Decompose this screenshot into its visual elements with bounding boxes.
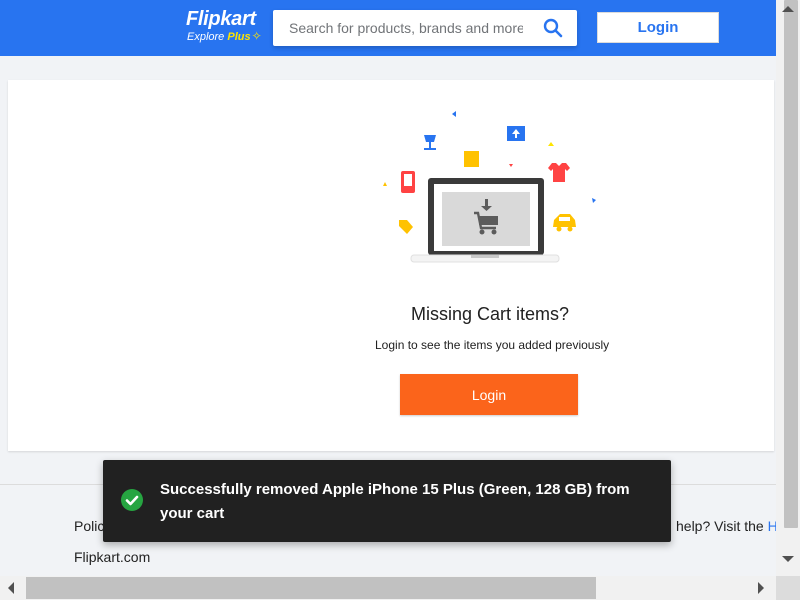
toast-message: Successfully removed Apple iPhone 15 Plu… bbox=[160, 481, 630, 522]
tshirt-icon bbox=[548, 163, 570, 182]
scroll-left-arrow-icon[interactable] bbox=[8, 582, 14, 594]
search-icon[interactable] bbox=[543, 18, 563, 38]
upload-box-icon bbox=[507, 126, 525, 141]
car-icon bbox=[553, 214, 576, 232]
header-bar: Flipkart Explore Plus✧ Login bbox=[0, 0, 776, 56]
confetti-triangle bbox=[509, 164, 513, 167]
confetti-triangle bbox=[452, 111, 456, 117]
empty-cart-illustration bbox=[383, 111, 596, 263]
logo-explore: Explore bbox=[187, 31, 225, 43]
footer-help-text: help? Visit the H bbox=[676, 518, 778, 534]
check-circle-icon bbox=[121, 489, 143, 511]
flipkart-logo[interactable]: Flipkart Explore Plus✧ bbox=[186, 8, 266, 43]
logo-plus: Plus bbox=[227, 31, 251, 43]
confetti-triangle bbox=[383, 182, 387, 186]
missing-cart-title: Missing Cart items? bbox=[411, 304, 570, 324]
search-input[interactable] bbox=[273, 10, 523, 46]
scrollbar-corner bbox=[776, 576, 800, 600]
logo-name: Flipkart bbox=[186, 8, 256, 30]
confetti-triangle bbox=[592, 198, 596, 203]
footer-site-name: Flipkart.com bbox=[74, 549, 151, 565]
missing-cart-subtitle: Login to see the items you added previou… bbox=[375, 338, 610, 352]
scroll-right-arrow-icon[interactable] bbox=[758, 582, 764, 594]
book-icon bbox=[464, 151, 479, 167]
scroll-up-arrow-icon[interactable] bbox=[782, 6, 794, 12]
tag-icon bbox=[399, 220, 413, 234]
confetti-triangle bbox=[548, 142, 554, 146]
lamp-icon bbox=[424, 135, 436, 150]
scroll-down-arrow-icon[interactable] bbox=[782, 556, 794, 562]
removal-toast: Successfully removed Apple iPhone 15 Plu… bbox=[103, 460, 671, 542]
header-login-button[interactable]: Login bbox=[597, 12, 719, 43]
cart-login-button[interactable]: Login bbox=[400, 374, 578, 415]
plus-star-icon: ✧ bbox=[251, 29, 262, 43]
logo-tagline: Explore Plus✧ bbox=[187, 30, 266, 43]
vertical-scrollbar-thumb[interactable] bbox=[784, 0, 798, 528]
horizontal-scrollbar-thumb[interactable] bbox=[26, 577, 596, 599]
footer-help-label: help? Visit the bbox=[676, 518, 768, 534]
phone-icon bbox=[401, 171, 415, 193]
search-box bbox=[273, 10, 577, 46]
footer-policy-link[interactable]: Polic bbox=[74, 518, 104, 534]
